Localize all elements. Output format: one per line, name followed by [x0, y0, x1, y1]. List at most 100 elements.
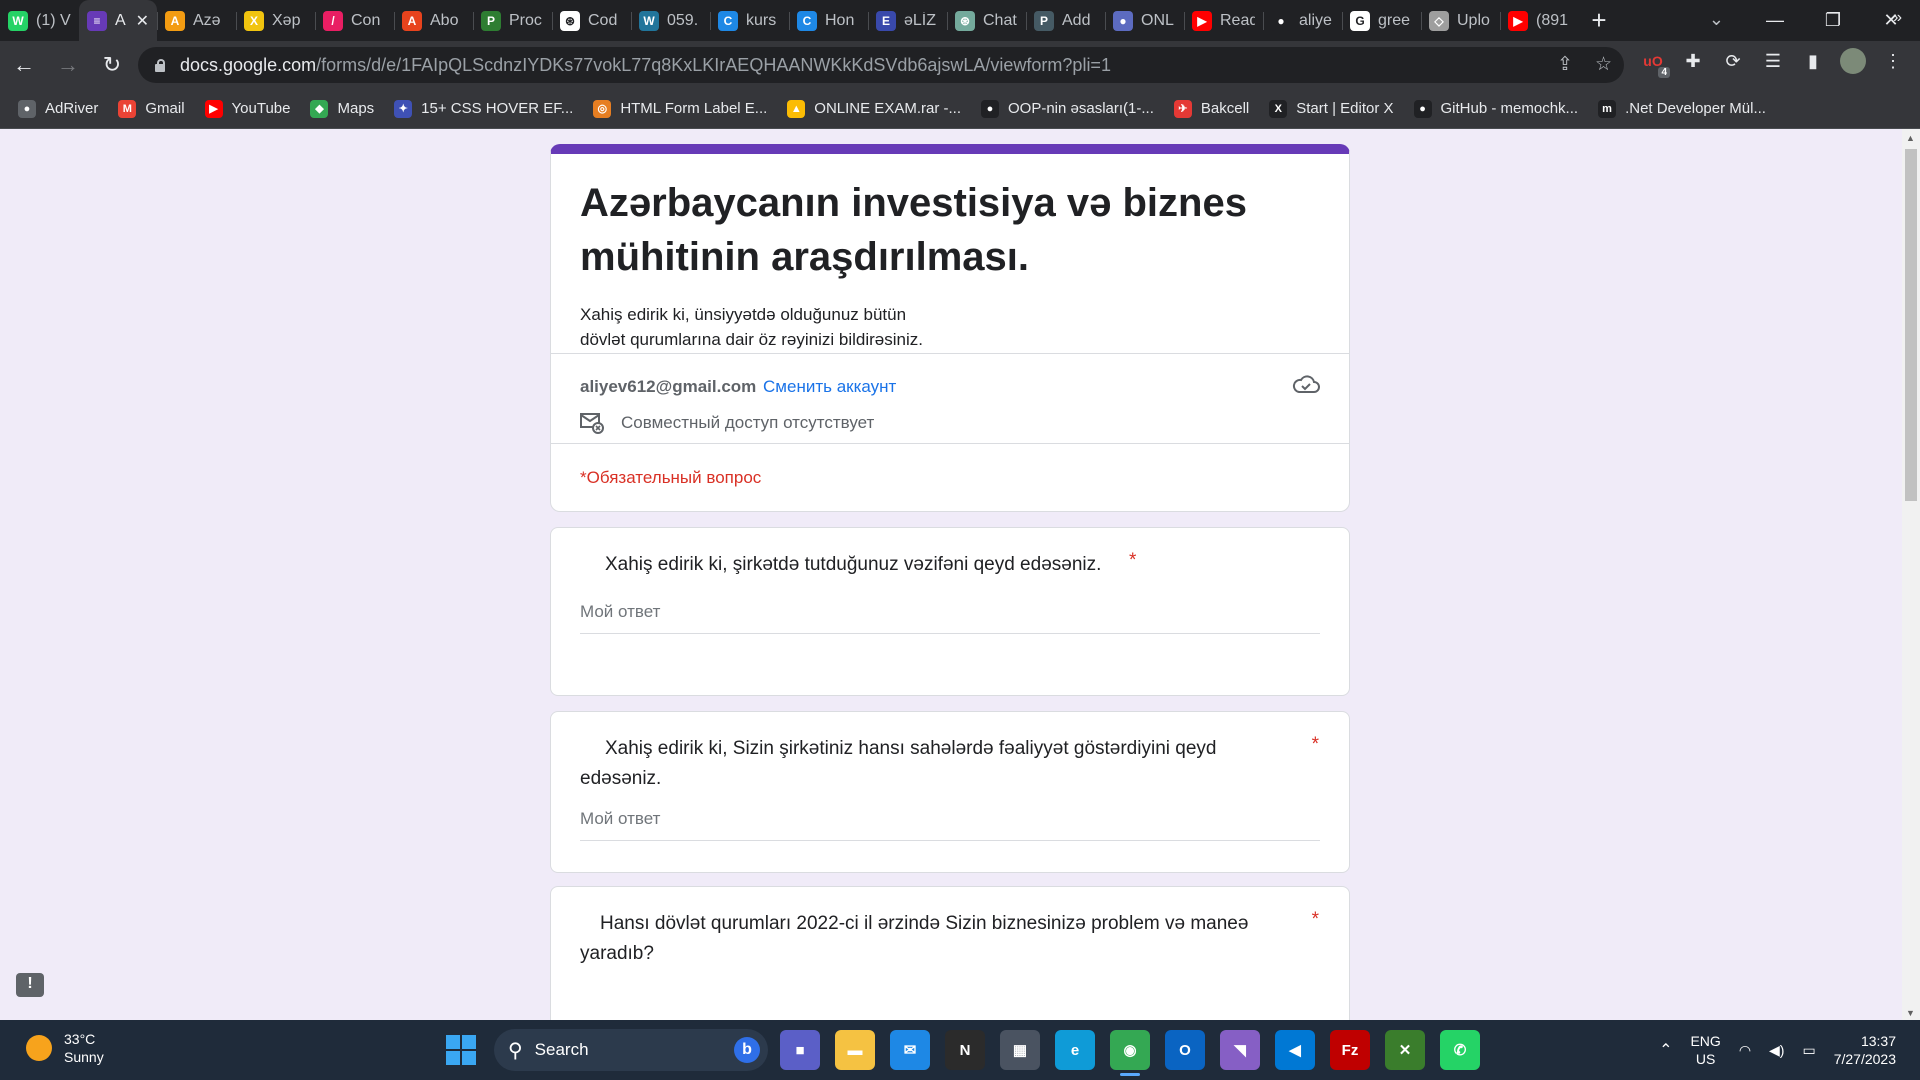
- tab-title: Cod: [588, 11, 618, 29]
- restore-icon[interactable]: ❐: [1804, 10, 1862, 31]
- close-window-icon[interactable]: ✕: [1862, 10, 1920, 31]
- new-tab-icon[interactable]: +: [1579, 0, 1619, 41]
- answer-input[interactable]: Мой ответ: [580, 602, 1320, 634]
- more-bookmarks-icon[interactable]: »: [1893, 9, 1902, 27]
- windows-start-icon[interactable]: [446, 1035, 476, 1065]
- chevron-up-icon[interactable]: ⌃: [1659, 1040, 1672, 1060]
- browser-tab[interactable]: ⊛ Cod: [552, 0, 631, 41]
- browser-tab[interactable]: ● ONL: [1105, 0, 1184, 41]
- share-icon[interactable]: ⇪: [1557, 53, 1573, 76]
- browser-tab[interactable]: ▶ Read: [1184, 0, 1263, 41]
- answer-input[interactable]: Мой ответ: [580, 809, 1320, 841]
- address-bar[interactable]: docs.google.com/forms/d/e/1FAIpQLScdnzIY…: [138, 47, 1624, 83]
- file-explorer-icon[interactable]: ▬: [835, 1030, 875, 1070]
- browser-tab[interactable]: ◇ Uplo: [1421, 0, 1500, 41]
- close-tab-icon[interactable]: ✕: [136, 11, 149, 31]
- scroll-down-icon[interactable]: ▼: [1906, 1008, 1915, 1018]
- back-icon[interactable]: ←: [4, 45, 44, 85]
- teams-chat-icon[interactable]: ■: [780, 1030, 820, 1070]
- battery-icon[interactable]: ▭: [1802, 1042, 1815, 1059]
- excel-tool-icon[interactable]: ✕: [1385, 1030, 1425, 1070]
- bookmark-label: .Net Developer Mül...: [1625, 100, 1766, 117]
- site-icon: P: [481, 10, 501, 31]
- reading-list-icon[interactable]: ☰: [1760, 48, 1786, 74]
- report-feedback-icon[interactable]: !: [16, 973, 44, 997]
- bookmark-label: Maps: [337, 100, 375, 117]
- reload-icon[interactable]: ↻: [92, 45, 132, 85]
- browser-tab[interactable]: X Xəp: [236, 0, 315, 41]
- bookmark-item[interactable]: ● GitHub - memochk...: [1413, 99, 1578, 118]
- bing-icon[interactable]: b: [734, 1037, 760, 1063]
- calculator-icon[interactable]: ▦: [1000, 1030, 1040, 1070]
- bookmark-item[interactable]: ▶ YouTube: [204, 99, 290, 118]
- bookmark-item[interactable]: ✈ Bakcell: [1173, 99, 1249, 118]
- sun-icon: [26, 1035, 52, 1061]
- browser-tab[interactable]: W 059.: [631, 0, 710, 41]
- browser-tab[interactable]: Ckurs: [710, 0, 789, 41]
- browser-tab[interactable]: EəLİZ: [868, 0, 947, 41]
- browser-tab[interactable]: W (1) V: [0, 0, 79, 41]
- gmail-icon: M: [118, 99, 137, 118]
- language-indicator[interactable]: ENG US: [1690, 1032, 1720, 1068]
- tab-title: (1) V: [36, 11, 71, 29]
- volume-icon[interactable]: ◀): [1769, 1042, 1784, 1059]
- bookmark-item[interactable]: ● AdRiver: [18, 99, 99, 118]
- browser-tab[interactable]: ⊛ Chat: [947, 0, 1026, 41]
- browser-tab[interactable]: Ggree: [1342, 0, 1421, 41]
- sync-extension-icon[interactable]: ⟳: [1720, 48, 1746, 74]
- globe-icon: ●: [1113, 10, 1133, 31]
- visual-studio-icon[interactable]: ◥: [1220, 1030, 1260, 1070]
- forward-icon[interactable]: →: [48, 45, 88, 85]
- page-scrollbar[interactable]: ▲ ▼: [1902, 129, 1920, 1020]
- bookmark-item[interactable]: ◎ HTML Form Label E...: [593, 99, 767, 118]
- notion-icon[interactable]: N: [945, 1030, 985, 1070]
- browser-tab[interactable]: A Abo: [394, 0, 473, 41]
- bookmark-label: Gmail: [145, 100, 185, 117]
- scroll-thumb[interactable]: [1905, 149, 1917, 501]
- browser-tab[interactable]: C Hon: [789, 0, 868, 41]
- bookmark-item[interactable]: ✦ 15+ CSS HOVER EF...: [394, 99, 573, 118]
- browser-tab[interactable]: ● aliye: [1263, 0, 1342, 41]
- browser-tab[interactable]: P Proc: [473, 0, 552, 41]
- tab-title: Xəp: [272, 11, 301, 29]
- question-text: Xahiş edirik ki, şirkətdə tutduğunuz vəz…: [605, 554, 1102, 575]
- scroll-up-icon[interactable]: ▲: [1906, 133, 1915, 143]
- bookmark-item[interactable]: M Gmail: [118, 99, 185, 118]
- clock[interactable]: 13:37 7/27/2023: [1834, 1032, 1896, 1068]
- url-text[interactable]: docs.google.com/forms/d/e/1FAIpQLScdnzIY…: [180, 55, 1111, 76]
- sharing-status: Совместный доступ отсутствует: [621, 413, 875, 432]
- whatsapp-icon[interactable]: ✆: [1440, 1030, 1480, 1070]
- outlook-icon[interactable]: O: [1165, 1030, 1205, 1070]
- switch-account-link[interactable]: Сменить аккаунт: [763, 377, 896, 396]
- lock-icon[interactable]: [154, 58, 166, 72]
- tab-search-icon[interactable]: ⌄: [1709, 9, 1724, 30]
- bookmark-item[interactable]: m .Net Developer Mül...: [1598, 99, 1766, 118]
- wifi-icon[interactable]: ◠: [1739, 1042, 1751, 1059]
- bookmark-item[interactable]: ▲ ONLINE EXAM.rar -...: [787, 99, 961, 118]
- question-text: Xahiş edirik ki, Sizin şirkətiniz hansı …: [580, 738, 1217, 789]
- weather-widget[interactable]: 33°C Sunny: [26, 1030, 104, 1066]
- profile-avatar[interactable]: [1840, 48, 1866, 74]
- menu-kebab-icon[interactable]: ⋮: [1880, 48, 1906, 74]
- vscode-icon[interactable]: ◀: [1275, 1030, 1315, 1070]
- minimize-icon[interactable]: —: [1746, 10, 1804, 31]
- filezilla-icon[interactable]: Fz: [1330, 1030, 1370, 1070]
- bookmark-item[interactable]: ● OOP-nin əsasları(1-...: [981, 99, 1154, 118]
- bookmark-item[interactable]: X Start | Editor X: [1269, 99, 1394, 118]
- browser-tab[interactable]: P Add: [1026, 0, 1105, 41]
- edge-icon[interactable]: e: [1055, 1030, 1095, 1070]
- side-panel-icon[interactable]: ▮: [1800, 48, 1826, 74]
- browser-tab[interactable]: A Azə: [157, 0, 236, 41]
- extensions-puzzle-icon[interactable]: ✚: [1680, 48, 1706, 74]
- browser-tab[interactable]: / Con: [315, 0, 394, 41]
- taskbar-search[interactable]: ⚲ Search b: [494, 1029, 768, 1071]
- bookmark-label: AdRiver: [45, 100, 99, 117]
- bookmark-star-icon[interactable]: ☆: [1595, 53, 1612, 76]
- chrome-icon[interactable]: ◉: [1110, 1030, 1150, 1076]
- browser-tab[interactable]: ▶ (891: [1500, 0, 1579, 41]
- browser-tab[interactable]: ≡ A ✕: [79, 0, 157, 41]
- bookmark-item[interactable]: ◆ Maps: [310, 99, 375, 118]
- site-icon: X: [244, 10, 264, 31]
- ublock-extension-icon[interactable]: uO 4: [1640, 48, 1670, 78]
- mail-icon[interactable]: ✉: [890, 1030, 930, 1070]
